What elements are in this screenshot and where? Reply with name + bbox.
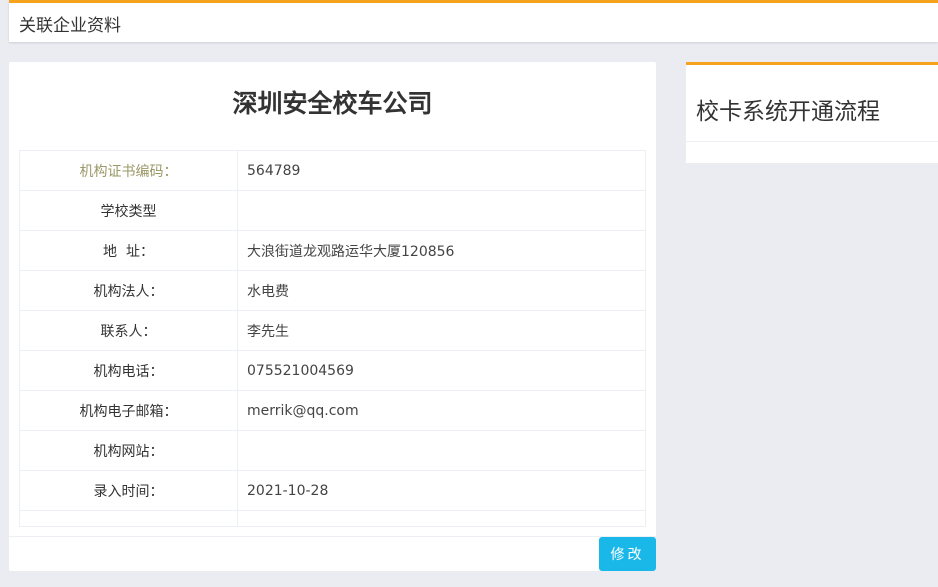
top-header-bar: 关联企业资料 bbox=[9, 0, 938, 42]
row-value-email: merrik@qq.com bbox=[237, 390, 646, 431]
row-label-school-type: 学校类型 bbox=[19, 190, 238, 231]
row-value-phone: 075521004569 bbox=[237, 350, 646, 391]
side-panel-card: 校卡系统开通流程 bbox=[686, 62, 938, 163]
company-info-card: 深圳安全校车公司 机构证书编码： 564789 学校类型 地 址： 大浪街道龙观… bbox=[9, 62, 656, 571]
table-row: 机构证书编码： 564789 bbox=[19, 150, 646, 191]
row-value-school-type bbox=[237, 190, 646, 231]
row-value-cert-code: 564789 bbox=[237, 150, 646, 191]
row-value-entry-date: 2021-10-28 bbox=[237, 470, 646, 511]
row-value-contact: 李先生 bbox=[237, 310, 646, 351]
row-label-phone: 机构电话： bbox=[19, 350, 238, 391]
row-label-email: 机构电子邮箱： bbox=[19, 390, 238, 431]
row-label-legal-person: 机构法人： bbox=[19, 270, 238, 311]
side-panel-divider bbox=[686, 141, 938, 142]
table-row: 机构法人： 水电费 bbox=[19, 270, 646, 311]
row-value-legal-person: 水电费 bbox=[237, 270, 646, 311]
card-footer-divider bbox=[9, 536, 656, 537]
page-title: 关联企业资料 bbox=[19, 16, 121, 36]
empty-cell bbox=[19, 510, 238, 527]
table-row: 联系人： 李先生 bbox=[19, 310, 646, 351]
row-label-address: 地 址： bbox=[19, 230, 238, 271]
company-info-table: 机构证书编码： 564789 学校类型 地 址： 大浪街道龙观路运华大厦1208… bbox=[19, 150, 646, 527]
table-row: 机构电话： 075521004569 bbox=[19, 350, 646, 391]
edit-button[interactable]: 修改 bbox=[599, 537, 656, 571]
company-name: 深圳安全校车公司 bbox=[232, 89, 433, 118]
row-value-website bbox=[237, 430, 646, 471]
table-row: 录入时间： 2021-10-28 bbox=[19, 470, 646, 511]
row-label-website: 机构网站： bbox=[19, 430, 238, 471]
row-value-address: 大浪街道龙观路运华大厦120856 bbox=[237, 230, 646, 271]
table-row: 地 址： 大浪街道龙观路运华大厦120856 bbox=[19, 230, 646, 271]
table-row: 机构电子邮箱： merrik@qq.com bbox=[19, 390, 646, 431]
table-row: 学校类型 bbox=[19, 190, 646, 231]
row-label-entry-date: 录入时间： bbox=[19, 470, 238, 511]
row-label-contact: 联系人： bbox=[19, 310, 238, 351]
table-row-empty bbox=[19, 510, 646, 527]
empty-cell bbox=[237, 510, 646, 527]
side-panel-title: 校卡系统开通流程 bbox=[696, 99, 880, 125]
row-label-cert-code: 机构证书编码： bbox=[19, 150, 238, 191]
table-row: 机构网站： bbox=[19, 430, 646, 471]
